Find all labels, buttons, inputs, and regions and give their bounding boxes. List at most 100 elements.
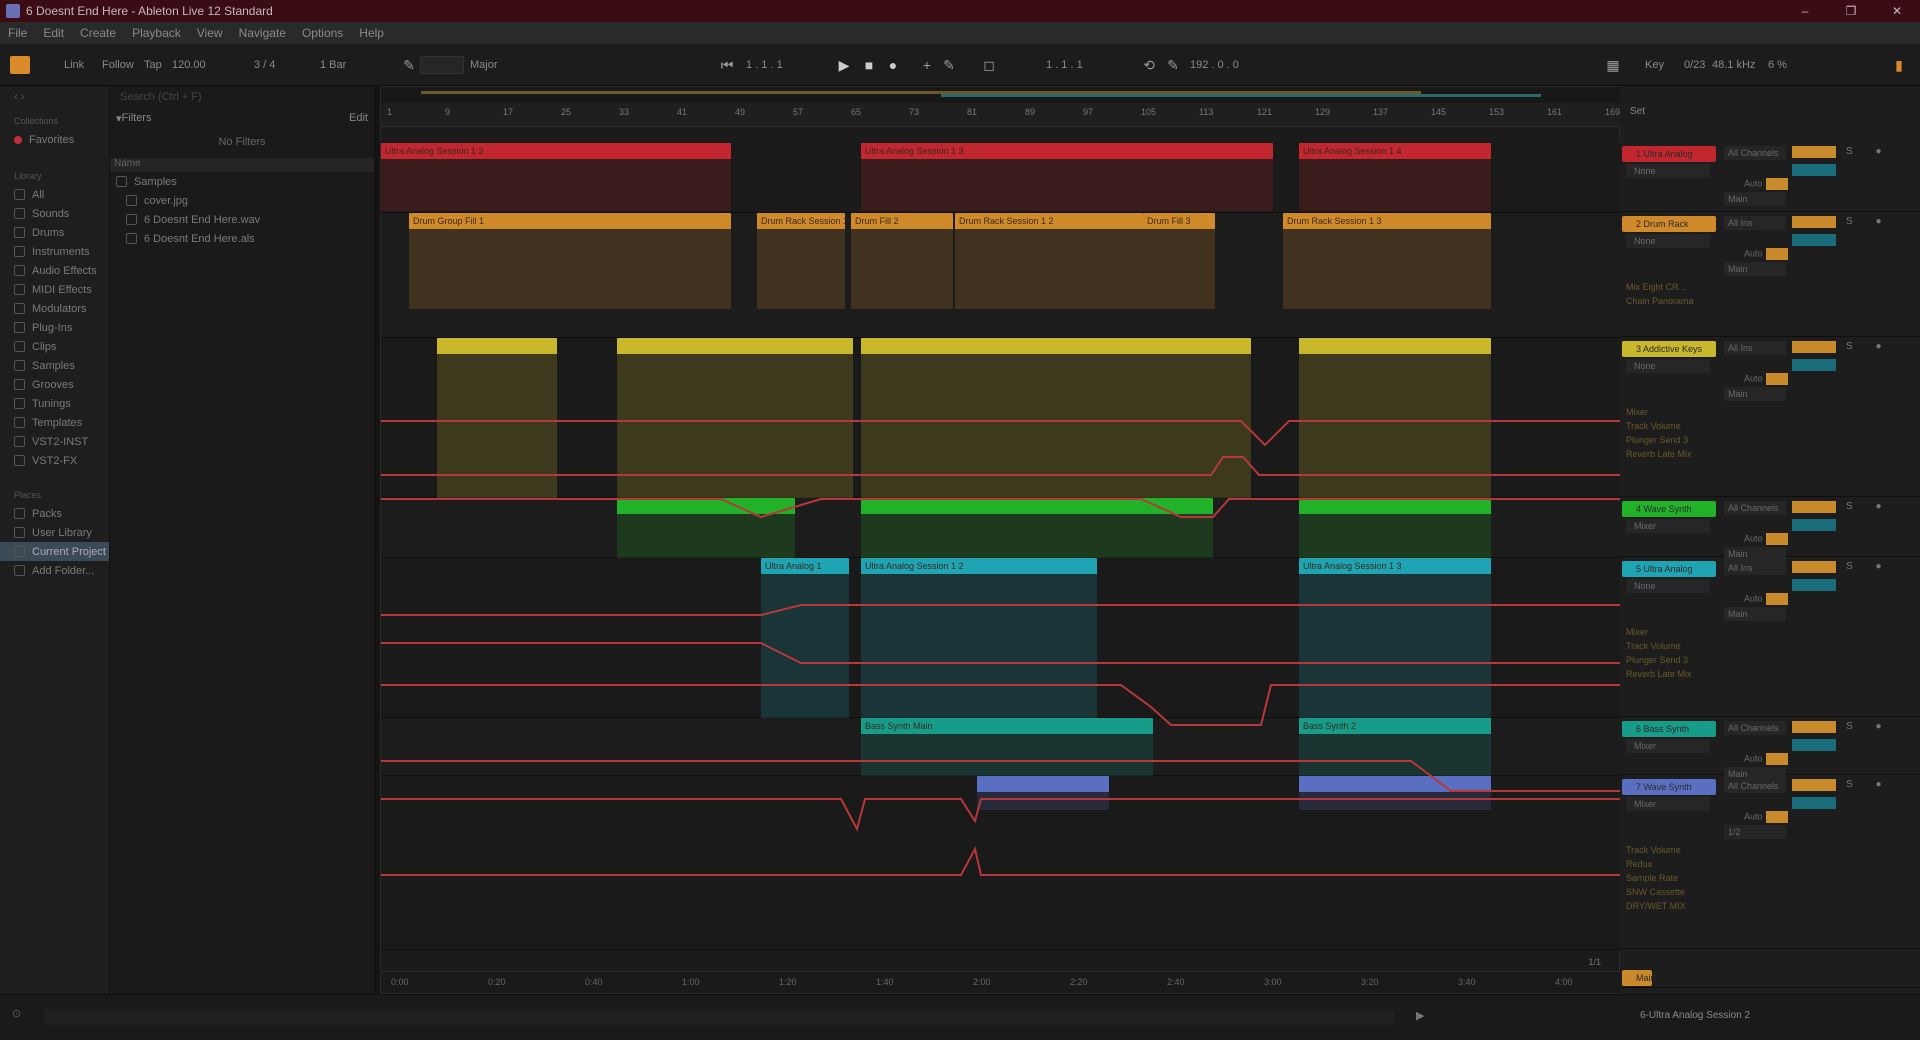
pan-knob[interactable] (1792, 359, 1836, 371)
monitor-auto-button[interactable] (1765, 753, 1788, 765)
track-header[interactable]: 4 Wave Synth Mixer All Channels Main Auto S ●… (1620, 497, 1920, 577)
tempo-field[interactable]: 120.00 (172, 57, 206, 73)
automation-lane-label[interactable]: Track Volume (1626, 641, 1681, 651)
input-type-select[interactable]: All Channels (1724, 721, 1786, 735)
volume-fader[interactable] (1792, 779, 1836, 791)
link-button[interactable]: Link (64, 57, 84, 73)
pan-knob[interactable] (1792, 579, 1836, 591)
overdub-icon[interactable]: + (918, 56, 936, 74)
pan-knob[interactable] (1792, 234, 1836, 246)
monitor-auto-button[interactable] (1765, 811, 1788, 823)
library-item-modulators[interactable]: Modulators (0, 299, 109, 318)
monitor-switch[interactable]: Auto (1744, 178, 1791, 190)
menu-navigate[interactable]: Navigate (239, 26, 286, 40)
library-item-clips[interactable]: Clips (0, 337, 109, 356)
automation-envelope[interactable] (381, 420, 1621, 447)
minimize-button[interactable]: – (1782, 4, 1828, 18)
automation-device-select[interactable]: None (1626, 359, 1710, 373)
browser-file-item[interactable]: cover.jpg (110, 191, 374, 210)
automation-lane-label[interactable]: Mix Eight CR... (1626, 282, 1686, 292)
ableton-logo-icon[interactable] (10, 56, 30, 74)
automation-envelope[interactable] (381, 684, 1621, 726)
library-item-all[interactable]: All (0, 185, 109, 204)
favorites-item[interactable]: Favorites (0, 130, 109, 149)
library-item-drums[interactable]: Drums (0, 223, 109, 242)
library-item-vst2-inst[interactable]: VST2-INST (0, 432, 109, 451)
pan-knob[interactable] (1792, 164, 1836, 176)
output-select[interactable]: 1/2 (1724, 825, 1786, 839)
places-item-add-folder-[interactable]: Add Folder... (0, 561, 109, 580)
track-name[interactable]: 4 Wave Synth (1622, 501, 1716, 517)
output-select[interactable]: Main (1724, 262, 1786, 276)
monitor-switch[interactable]: Auto (1744, 593, 1791, 605)
track-header[interactable]: 5 Ultra Analog None All Ins Main Auto S ● Mixe… (1620, 557, 1920, 717)
library-item-grooves[interactable]: Grooves (0, 375, 109, 394)
track-name[interactable]: 5 Ultra Analog (1622, 561, 1716, 577)
position-field[interactable]: 1 . 1 . 1 (746, 57, 783, 73)
monitor-auto-button[interactable] (1765, 533, 1788, 545)
input-type-select[interactable]: All Channels (1724, 779, 1786, 793)
automation-device-select[interactable]: None (1626, 579, 1710, 593)
close-button[interactable]: ✕ (1874, 4, 1920, 18)
track-header[interactable]: 1 Ultra Analog None All Channels Main Auto S … (1620, 142, 1920, 212)
tap-button[interactable]: Tap (144, 57, 162, 73)
automation-envelope[interactable] (381, 456, 1621, 476)
track-name[interactable]: 1 Ultra Analog (1622, 146, 1716, 162)
automation-lane-label[interactable]: Mixer (1626, 627, 1648, 637)
draw-mode-icon[interactable]: ✎ (1164, 56, 1182, 74)
track-buttons[interactable]: S ● (1846, 561, 1892, 572)
main-track-name[interactable]: Main (1622, 970, 1656, 986)
monitor-switch[interactable]: Auto (1744, 533, 1791, 545)
track-name[interactable]: 7 Wave Synth (1622, 779, 1716, 795)
key-button[interactable]: Key (1645, 57, 1664, 73)
play-icon[interactable]: ▶ (835, 56, 853, 74)
pencil-icon[interactable]: ✎ (400, 56, 418, 74)
output-select[interactable]: Main (1724, 387, 1786, 401)
stop-icon[interactable]: ■ (860, 56, 878, 74)
library-item-templates[interactable]: Templates (0, 413, 109, 432)
output-select[interactable]: Main (1724, 607, 1786, 621)
track-buttons[interactable]: S ● (1846, 341, 1892, 352)
monitor-auto-button[interactable] (1765, 178, 1788, 190)
filters-edit-button[interactable]: Edit (349, 112, 368, 124)
name-column-header[interactable]: Name (110, 158, 374, 172)
automation-lane-label[interactable]: Chain Panorama (1626, 296, 1694, 306)
automation-lane-label[interactable]: DRY/WET MIX (1626, 901, 1686, 911)
time-ruler[interactable]: 0:00 0:20 0:40 1:00 1:20 1:40 2:00 2:20 2:40 3:00… (381, 971, 1670, 993)
automation-envelope[interactable] (381, 798, 1621, 832)
rewind-icon[interactable]: ⏮ (718, 56, 736, 74)
volume-fader[interactable] (1792, 216, 1836, 228)
input-type-select[interactable]: All Channels (1724, 501, 1786, 515)
menu-create[interactable]: Create (80, 26, 116, 40)
computer-keyboard-icon[interactable]: ▦ (1604, 56, 1622, 74)
monitor-auto-button[interactable] (1765, 248, 1788, 260)
menu-options[interactable]: Options (302, 26, 343, 40)
track-header[interactable]: 3 Addictive Keys None All Ins Main Auto S ● Mi… (1620, 337, 1920, 497)
automation-device-select[interactable]: Mixer (1626, 797, 1710, 811)
automation-device-select[interactable]: None (1626, 234, 1710, 248)
library-item-samples[interactable]: Samples (0, 356, 109, 375)
track-name[interactable]: 2 Drum Rack (1622, 216, 1716, 232)
output-select[interactable]: Main (1724, 192, 1786, 206)
track-buttons[interactable]: S ● (1846, 721, 1892, 732)
library-item-vst2-fx[interactable]: VST2-FX (0, 451, 109, 470)
track-buttons[interactable]: S ● (1846, 501, 1892, 512)
automation-lane-label[interactable]: Track Volume (1626, 421, 1681, 431)
library-item-audio-effects[interactable]: Audio Effects (0, 261, 109, 280)
automation-envelope[interactable] (381, 846, 1621, 876)
track-header[interactable]: 6 Bass Synth Mixer All Channels Main Auto S ●… (1620, 717, 1920, 797)
automation-arm-icon[interactable]: ✎ (940, 56, 958, 74)
maximize-button[interactable]: ❐ (1828, 4, 1874, 18)
filters-label[interactable]: Filters (122, 112, 152, 124)
pan-knob[interactable] (1792, 797, 1836, 809)
automation-lane-label[interactable]: Mixer (1626, 407, 1648, 417)
automation-lane-label[interactable]: Plunger Send 3 (1626, 655, 1688, 665)
menu-view[interactable]: View (197, 26, 223, 40)
scale-select[interactable]: Major (470, 57, 498, 73)
library-item-sounds[interactable]: Sounds (0, 204, 109, 223)
input-type-select[interactable]: All Ins (1724, 341, 1786, 355)
volume-fader[interactable] (1792, 561, 1836, 573)
browser-file-item[interactable]: 6 Doesnt End Here.wav (110, 210, 374, 229)
main-track-header[interactable]: Main (1620, 966, 1920, 988)
library-item-tunings[interactable]: Tunings (0, 394, 109, 413)
